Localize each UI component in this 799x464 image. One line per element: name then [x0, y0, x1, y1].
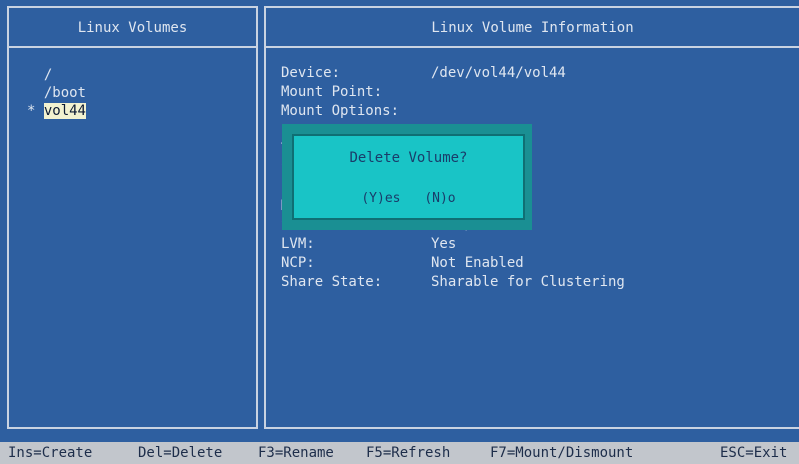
info-key: LVM:: [281, 236, 315, 252]
volume-item-boot[interactable]: /boot: [27, 84, 86, 102]
status-bar: Ins=Create Del=Delete F3=Rename F5=Refre…: [0, 442, 799, 464]
info-value: /dev/vol44/vol44: [431, 65, 566, 81]
volume-item-root[interactable]: /: [27, 66, 86, 84]
hotkey-refresh[interactable]: F5=Refresh: [366, 442, 450, 464]
volume-name: /boot: [43, 85, 86, 101]
info-key: Mount Options:: [281, 103, 400, 119]
info-row-share-state: Share State: Sharable for Clustering: [281, 273, 625, 292]
info-row-lvm: LVM: Yes: [281, 235, 625, 254]
volume-name: /: [43, 67, 53, 83]
hotkey-exit[interactable]: ESC=Exit: [720, 442, 787, 464]
info-value: Sharable for Clustering: [431, 274, 625, 290]
info-key: Mount Point:: [281, 84, 383, 100]
hotkey-delete[interactable]: Del=Delete: [138, 442, 222, 464]
volume-marker: *: [27, 103, 36, 119]
info-key: Device:: [281, 65, 341, 81]
info-row-device: Device: /dev/vol44/vol44: [281, 64, 625, 83]
volume-item-vol44[interactable]: * vol44: [27, 102, 86, 120]
dialog-title: Delete Volume?: [349, 150, 468, 166]
hotkey-rename[interactable]: F3=Rename: [258, 442, 334, 464]
info-row-mount-point: Mount Point:: [281, 83, 625, 102]
info-value: Yes: [431, 236, 457, 252]
yes-button[interactable]: (Y)es: [361, 191, 400, 206]
info-key: NCP:: [281, 255, 315, 271]
info-value: Not Enabled: [431, 255, 524, 271]
hotkey-create[interactable]: Ins=Create: [8, 442, 92, 464]
hotkey-mount-dismount[interactable]: F7=Mount/Dismount: [490, 442, 633, 464]
no-button[interactable]: (N)o: [424, 191, 455, 206]
volume-name: vol44: [43, 103, 86, 119]
info-row-ncp: NCP: Not Enabled: [281, 254, 625, 273]
volume-list: / /boot * vol44: [27, 66, 86, 120]
volume-info-title: Linux Volume Information: [266, 8, 799, 48]
info-row-mount-options: Mount Options:: [281, 102, 625, 121]
info-key: Share State:: [281, 274, 383, 290]
dialog-options: (Y)es (N)o: [294, 191, 523, 206]
linux-volumes-panel: Linux Volumes / /boot * vol44: [7, 6, 258, 429]
linux-volumes-title: Linux Volumes: [9, 8, 256, 48]
delete-volume-dialog: Delete Volume? (Y)es (N)o: [292, 134, 525, 220]
